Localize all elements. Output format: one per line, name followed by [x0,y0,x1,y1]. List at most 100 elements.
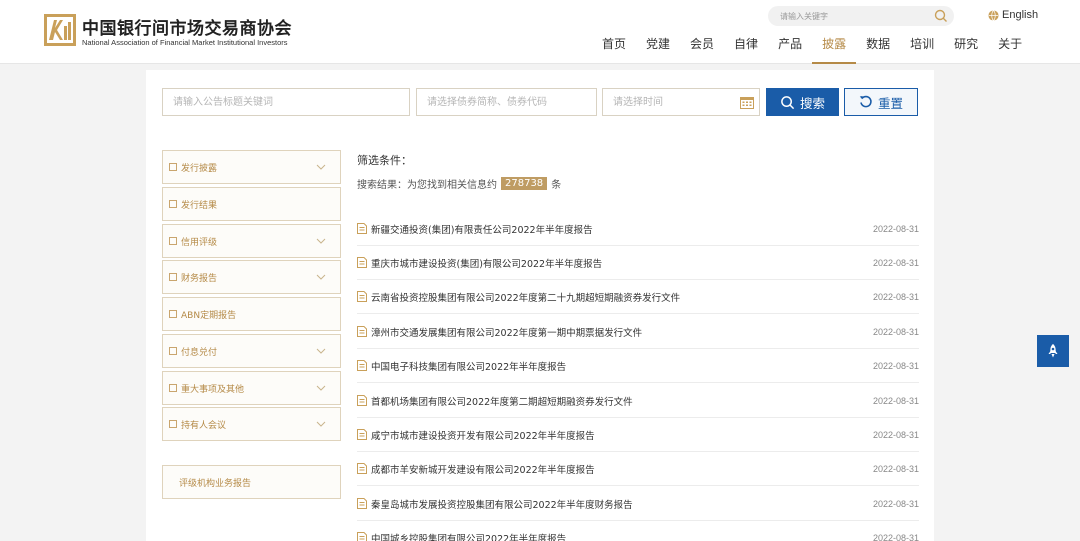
category-financial-report[interactable]: 财务报告 [162,260,341,294]
nav-members[interactable]: 会员 [680,36,724,64]
list-item-date: 2022-08-31 [872,498,919,509]
search-icon[interactable] [934,9,948,23]
checkbox-icon[interactable] [169,273,177,281]
rating-agency-report-link[interactable]: 评级机构业务报告 [162,465,341,499]
result-summary: 搜索结果：为您找到相关信息约 278738 条 [357,176,561,191]
checkbox-icon[interactable] [169,384,177,392]
nav-products[interactable]: 产品 [768,36,812,64]
list-item-date: 2022-08-31 [872,395,919,406]
chevron-down-icon[interactable] [316,273,326,281]
checkbox-icon[interactable] [169,237,177,245]
document-icon [357,498,367,509]
list-item-title[interactable]: 新疆交通投资(集团)有限责任公司2022年半年度报告 [371,222,863,236]
list-item[interactable]: 漳州市交通发展集团有限公司2022年度第一期中期票据发行文件 2022-08-3… [357,315,919,349]
result-prefix: 搜索结果：为您找到相关信息约 [357,180,497,191]
title-keyword-input[interactable] [163,89,409,115]
checkbox-icon[interactable] [169,310,177,318]
reset-button[interactable]: 重置 [844,88,918,116]
document-icon [357,257,367,268]
list-item[interactable]: 咸宁市城市建设投资开发有限公司2022年半年度报告 2022-08-31 [357,418,919,452]
category-issuance-disclosure[interactable]: 发行披露 [162,150,341,184]
top-search-input[interactable] [780,10,930,22]
nav-home[interactable]: 首页 [592,36,636,64]
checkbox-icon[interactable] [169,347,177,355]
language-switch[interactable]: English [988,8,1038,22]
document-icon [357,326,367,337]
chevron-down-icon[interactable] [316,384,326,392]
list-item[interactable]: 中国城乡控股集团有限公司2022年半年度报告 2022-08-31 [357,521,919,541]
calendar-icon[interactable] [740,96,754,109]
list-item[interactable]: 成都市羊安新城开发建设有限公司2022年半年度报告 2022-08-31 [357,452,919,486]
nav-party[interactable]: 党建 [636,36,680,64]
document-icon [357,395,367,406]
list-item[interactable]: 重庆市城市建设投资(集团)有限公司2022年半年度报告 2022-08-31 [357,246,919,280]
checkbox-icon[interactable] [169,200,177,208]
list-item-date: 2022-08-31 [872,360,919,371]
list-item[interactable]: 新疆交通投资(集团)有限责任公司2022年半年度报告 2022-08-31 [357,212,919,246]
checkbox-icon[interactable] [169,163,177,171]
category-issuance-results[interactable]: 发行结果 [162,187,341,221]
list-item-date: 2022-08-31 [872,257,919,268]
category-abn-periodic-report[interactable]: ABN定期报告 [162,297,341,331]
date-field [602,88,760,116]
main-panel: 搜索 重置 发行披露 发行结果 信用评级 财务报告 [146,70,934,541]
chevron-down-icon[interactable] [316,237,326,245]
list-item-date: 2022-08-31 [872,326,919,337]
search-icon [781,95,795,109]
list-item-date: 2022-08-31 [872,223,919,234]
chevron-down-icon[interactable] [316,163,326,171]
document-icon [357,429,367,440]
category-label: 发行结果 [181,200,218,211]
nav-disclosure[interactable]: 披露 [812,36,857,64]
bond-select-input[interactable] [417,89,596,115]
category-holders-meeting[interactable]: 持有人会议 [162,407,341,441]
list-item-title[interactable]: 云南省投资控股集团有限公司2022年度第二十九期超短期融资券发行文件 [371,290,863,304]
checkbox-icon[interactable] [169,420,177,428]
category-major-events[interactable]: 重大事项及其他 [162,371,341,405]
rocket-icon [1048,344,1058,358]
reset-button-label: 重置 [877,95,903,111]
rating-agency-report-label: 评级机构业务报告 [179,478,252,489]
site-header: 中国银行间市场交易商协会 National Association of Fin… [0,0,1080,64]
nav-self-regulation[interactable]: 自律 [724,36,768,64]
list-item[interactable]: 首都机场集团有限公司2022年度第二期超短期融资券发行文件 2022-08-31 [357,384,919,418]
nav-training[interactable]: 培训 [900,36,944,64]
date-input[interactable] [603,89,759,115]
list-item[interactable]: 云南省投资控股集团有限公司2022年度第二十九期超短期融资券发行文件 2022-… [357,280,919,314]
list-item-title[interactable]: 重庆市城市建设投资(集团)有限公司2022年半年度报告 [371,256,863,270]
category-label: 重大事项及其他 [181,384,245,395]
category-credit-rating[interactable]: 信用评级 [162,224,341,258]
list-item-date: 2022-08-31 [872,429,919,440]
document-icon [357,463,367,474]
result-count-badge: 278738 [501,177,548,190]
top-search-box [768,6,954,26]
org-name-cn[interactable]: 中国银行间市场交易商协会 [82,14,292,39]
nav-about[interactable]: 关于 [988,36,1032,64]
bond-select-field [416,88,597,116]
back-to-top-button[interactable] [1037,335,1069,367]
document-icon [357,360,367,371]
category-label: 发行披露 [181,163,218,174]
nafmii-logo-icon[interactable] [44,14,76,46]
search-button[interactable]: 搜索 [766,88,839,116]
nav-research[interactable]: 研究 [944,36,988,64]
chevron-down-icon[interactable] [316,420,326,428]
list-item-date: 2022-08-31 [872,532,919,541]
list-item[interactable]: 秦皇岛城市发展投资控股集团有限公司2022年半年度财务报告 2022-08-31 [357,487,919,521]
list-item-title[interactable]: 首都机场集团有限公司2022年度第二期超短期融资券发行文件 [371,394,863,408]
document-icon [357,291,367,302]
list-item-title[interactable]: 中国电子科技集团有限公司2022年半年度报告 [371,359,863,373]
chevron-down-icon[interactable] [316,347,326,355]
language-label: English [1002,9,1039,21]
list-item-title[interactable]: 中国城乡控股集团有限公司2022年半年度报告 [371,531,863,541]
category-label: 财务报告 [181,273,218,284]
list-item-title[interactable]: 漳州市交通发展集团有限公司2022年度第一期中期票据发行文件 [371,325,863,339]
list-item-title[interactable]: 成都市羊安新城开发建设有限公司2022年半年度报告 [371,462,863,476]
list-item-title[interactable]: 秦皇岛城市发展投资控股集团有限公司2022年半年度财务报告 [371,497,863,511]
nav-data[interactable]: 数据 [856,36,900,64]
list-item-title[interactable]: 咸宁市城市建设投资开发有限公司2022年半年度报告 [371,428,863,442]
list-item[interactable]: 中国电子科技集团有限公司2022年半年度报告 2022-08-31 [357,349,919,383]
category-interest-payment[interactable]: 付息兑付 [162,334,341,368]
document-icon [357,223,367,234]
document-icon [357,532,367,541]
